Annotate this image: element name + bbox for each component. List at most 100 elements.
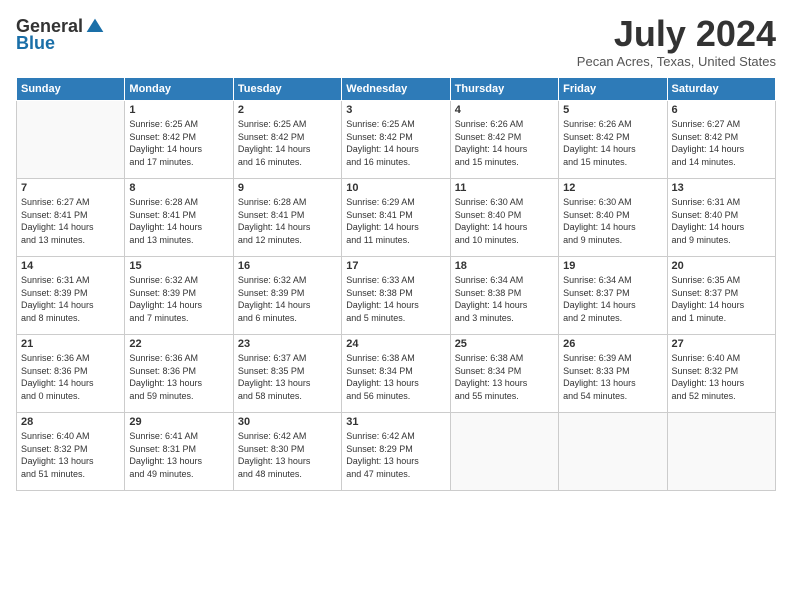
calendar-header-row: Sunday Monday Tuesday Wednesday Thursday… <box>17 78 776 101</box>
table-row: 23Sunrise: 6:37 AMSunset: 8:35 PMDayligh… <box>233 335 341 413</box>
table-row: 6 Sunrise: 6:27 AMSunset: 8:42 PMDaylight… <box>667 101 775 179</box>
day-info: Sunrise: 6:39 AMSunset: 8:33 PMDaylight:… <box>563 352 662 402</box>
table-row: 20 Sunrise: 6:35 AMSunset: 8:37 PMDayligh… <box>667 257 775 335</box>
logo: General Blue <box>16 16 105 54</box>
day-number: 12 <box>563 182 662 194</box>
day-info: Sunrise: 6:26 AMSunset: 8:42 PMDaylight:… <box>455 118 554 168</box>
table-row: 2Sunrise: 6:25 AMSunset: 8:42 PMDaylight… <box>233 101 341 179</box>
day-number: 14 <box>21 260 120 272</box>
calendar-week-row: 7 Sunrise: 6:27 AMSunset: 8:41 PMDaylight… <box>17 179 776 257</box>
day-number: 5 <box>563 104 662 116</box>
day-number: 18 <box>455 260 554 272</box>
day-info: Sunrise: 6:36 AMSunset: 8:36 PMDaylight:… <box>129 352 228 402</box>
table-row: 19 Sunrise: 6:34 AMSunset: 8:37 PMDayligh… <box>559 257 667 335</box>
table-row: 15 Sunrise: 6:32 AMSunset: 8:39 PMDayligh… <box>125 257 233 335</box>
day-info: Sunrise: 6:40 AMSunset: 8:32 PMDaylight:… <box>21 430 120 480</box>
day-info: Sunrise: 6:35 AMSunset: 8:37 PMDaylight:… <box>672 274 771 324</box>
table-row: 13 Sunrise: 6:31 AMSunset: 8:40 PMDayligh… <box>667 179 775 257</box>
day-info: Sunrise: 6:32 AMSunset: 8:39 PMDaylight:… <box>238 274 337 324</box>
day-info: Sunrise: 6:42 AMSunset: 8:30 PMDaylight:… <box>238 430 337 480</box>
day-number: 17 <box>346 260 445 272</box>
day-number: 16 <box>238 260 337 272</box>
table-row: 25Sunrise: 6:38 AMSunset: 8:34 PMDayligh… <box>450 335 558 413</box>
day-number: 30 <box>238 416 337 428</box>
col-tuesday: Tuesday <box>233 78 341 101</box>
title-block: July 2024 Pecan Acres, Texas, United Sta… <box>577 16 776 69</box>
day-number: 26 <box>563 338 662 350</box>
day-number: 13 <box>672 182 771 194</box>
logo-icon <box>85 17 105 37</box>
table-row: 3 Sunrise: 6:25 AMSunset: 8:42 PMDaylight… <box>342 101 450 179</box>
day-info: Sunrise: 6:31 AMSunset: 8:39 PMDaylight:… <box>21 274 120 324</box>
day-info: Sunrise: 6:27 AMSunset: 8:41 PMDaylight:… <box>21 196 120 246</box>
day-number: 27 <box>672 338 771 350</box>
table-row: 30 Sunrise: 6:42 AMSunset: 8:30 PMDayligh… <box>233 413 341 491</box>
month-title: July 2024 <box>577 16 776 52</box>
day-info: Sunrise: 6:34 AMSunset: 8:37 PMDaylight:… <box>563 274 662 324</box>
calendar-week-row: 21 Sunrise: 6:36 AMSunset: 8:36 PMDayligh… <box>17 335 776 413</box>
day-number: 4 <box>455 104 554 116</box>
table-row: 11 Sunrise: 6:30 AMSunset: 8:40 PMDayligh… <box>450 179 558 257</box>
calendar-week-row: 14 Sunrise: 6:31 AMSunset: 8:39 PMDayligh… <box>17 257 776 335</box>
table-row: 9Sunrise: 6:28 AMSunset: 8:41 PMDaylight… <box>233 179 341 257</box>
day-info: Sunrise: 6:28 AMSunset: 8:41 PMDaylight:… <box>238 196 337 246</box>
table-row: 29 Sunrise: 6:41 AMSunset: 8:31 PMDayligh… <box>125 413 233 491</box>
col-friday: Friday <box>559 78 667 101</box>
day-info: Sunrise: 6:40 AMSunset: 8:32 PMDaylight:… <box>672 352 771 402</box>
col-saturday: Saturday <box>667 78 775 101</box>
table-row: 16 Sunrise: 6:32 AMSunset: 8:39 PMDayligh… <box>233 257 341 335</box>
day-number: 21 <box>21 338 120 350</box>
day-info: Sunrise: 6:32 AMSunset: 8:39 PMDaylight:… <box>129 274 228 324</box>
day-number: 2 <box>238 104 337 116</box>
col-thursday: Thursday <box>450 78 558 101</box>
day-number: 8 <box>129 182 228 194</box>
day-number: 6 <box>672 104 771 116</box>
table-row: 8Sunrise: 6:28 AMSunset: 8:41 PMDaylight… <box>125 179 233 257</box>
day-info: Sunrise: 6:37 AMSunset: 8:35 PMDaylight:… <box>238 352 337 402</box>
table-row: 22 Sunrise: 6:36 AMSunset: 8:36 PMDayligh… <box>125 335 233 413</box>
table-row: 4 Sunrise: 6:26 AMSunset: 8:42 PMDaylight… <box>450 101 558 179</box>
col-wednesday: Wednesday <box>342 78 450 101</box>
table-row <box>17 101 125 179</box>
calendar: Sunday Monday Tuesday Wednesday Thursday… <box>16 77 776 491</box>
table-row: 31Sunrise: 6:42 AMSunset: 8:29 PMDayligh… <box>342 413 450 491</box>
table-row: 18 Sunrise: 6:34 AMSunset: 8:38 PMDayligh… <box>450 257 558 335</box>
table-row: 10 Sunrise: 6:29 AMSunset: 8:41 PMDayligh… <box>342 179 450 257</box>
day-info: Sunrise: 6:29 AMSunset: 8:41 PMDaylight:… <box>346 196 445 246</box>
day-number: 22 <box>129 338 228 350</box>
table-row: 17 Sunrise: 6:33 AMSunset: 8:38 PMDayligh… <box>342 257 450 335</box>
day-number: 3 <box>346 104 445 116</box>
table-row: 12 Sunrise: 6:30 AMSunset: 8:40 PMDayligh… <box>559 179 667 257</box>
table-row: 28 Sunrise: 6:40 AMSunset: 8:32 PMDayligh… <box>17 413 125 491</box>
day-info: Sunrise: 6:34 AMSunset: 8:38 PMDaylight:… <box>455 274 554 324</box>
table-row: 27 Sunrise: 6:40 AMSunset: 8:32 PMDayligh… <box>667 335 775 413</box>
table-row: 14 Sunrise: 6:31 AMSunset: 8:39 PMDayligh… <box>17 257 125 335</box>
table-row <box>559 413 667 491</box>
day-number: 19 <box>563 260 662 272</box>
day-number: 10 <box>346 182 445 194</box>
calendar-week-row: 1Sunrise: 6:25 AMSunset: 8:42 PMDaylight… <box>17 101 776 179</box>
col-sunday: Sunday <box>17 78 125 101</box>
day-info: Sunrise: 6:31 AMSunset: 8:40 PMDaylight:… <box>672 196 771 246</box>
day-info: Sunrise: 6:27 AMSunset: 8:42 PMDaylight:… <box>672 118 771 168</box>
day-number: 25 <box>455 338 554 350</box>
day-number: 15 <box>129 260 228 272</box>
table-row <box>450 413 558 491</box>
day-info: Sunrise: 6:38 AMSunset: 8:34 PMDaylight:… <box>346 352 445 402</box>
day-number: 7 <box>21 182 120 194</box>
day-info: Sunrise: 6:30 AMSunset: 8:40 PMDaylight:… <box>563 196 662 246</box>
day-info: Sunrise: 6:36 AMSunset: 8:36 PMDaylight:… <box>21 352 120 402</box>
day-info: Sunrise: 6:41 AMSunset: 8:31 PMDaylight:… <box>129 430 228 480</box>
table-row: 21 Sunrise: 6:36 AMSunset: 8:36 PMDayligh… <box>17 335 125 413</box>
day-number: 28 <box>21 416 120 428</box>
day-info: Sunrise: 6:30 AMSunset: 8:40 PMDaylight:… <box>455 196 554 246</box>
day-number: 20 <box>672 260 771 272</box>
day-number: 11 <box>455 182 554 194</box>
day-info: Sunrise: 6:33 AMSunset: 8:38 PMDaylight:… <box>346 274 445 324</box>
day-number: 29 <box>129 416 228 428</box>
col-monday: Monday <box>125 78 233 101</box>
day-info: Sunrise: 6:25 AMSunset: 8:42 PMDaylight:… <box>346 118 445 168</box>
table-row: 1Sunrise: 6:25 AMSunset: 8:42 PMDaylight… <box>125 101 233 179</box>
location: Pecan Acres, Texas, United States <box>577 54 776 69</box>
logo-blue-text: Blue <box>16 33 55 54</box>
